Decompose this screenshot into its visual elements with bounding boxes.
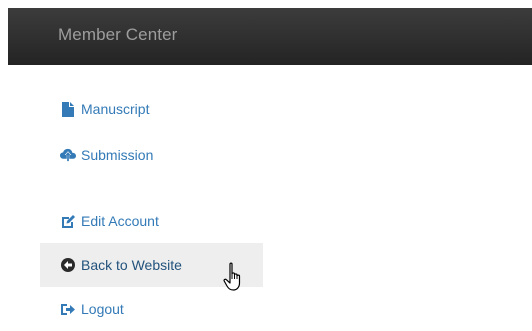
menu-item-edit-account[interactable]: Edit Account [40, 199, 263, 243]
navbar-brand[interactable]: Member Center [58, 25, 177, 45]
top-navbar: Member Center [8, 8, 532, 65]
menu-item-label: Edit Account [81, 213, 159, 229]
menu-item-label: Submission [81, 147, 154, 163]
logout-icon [60, 301, 76, 317]
menu-item-submission[interactable]: Submission [40, 133, 263, 177]
menu-item-label: Manuscript [81, 101, 150, 117]
file-icon [60, 101, 76, 117]
menu-item-manuscript[interactable]: Manuscript [40, 87, 263, 131]
menu-item-logout[interactable]: Logout [40, 287, 263, 331]
cloud-upload-icon [60, 147, 76, 163]
menu-item-label: Logout [81, 301, 124, 317]
edit-icon [60, 213, 76, 229]
hand-pointer-cursor-icon [223, 262, 245, 292]
